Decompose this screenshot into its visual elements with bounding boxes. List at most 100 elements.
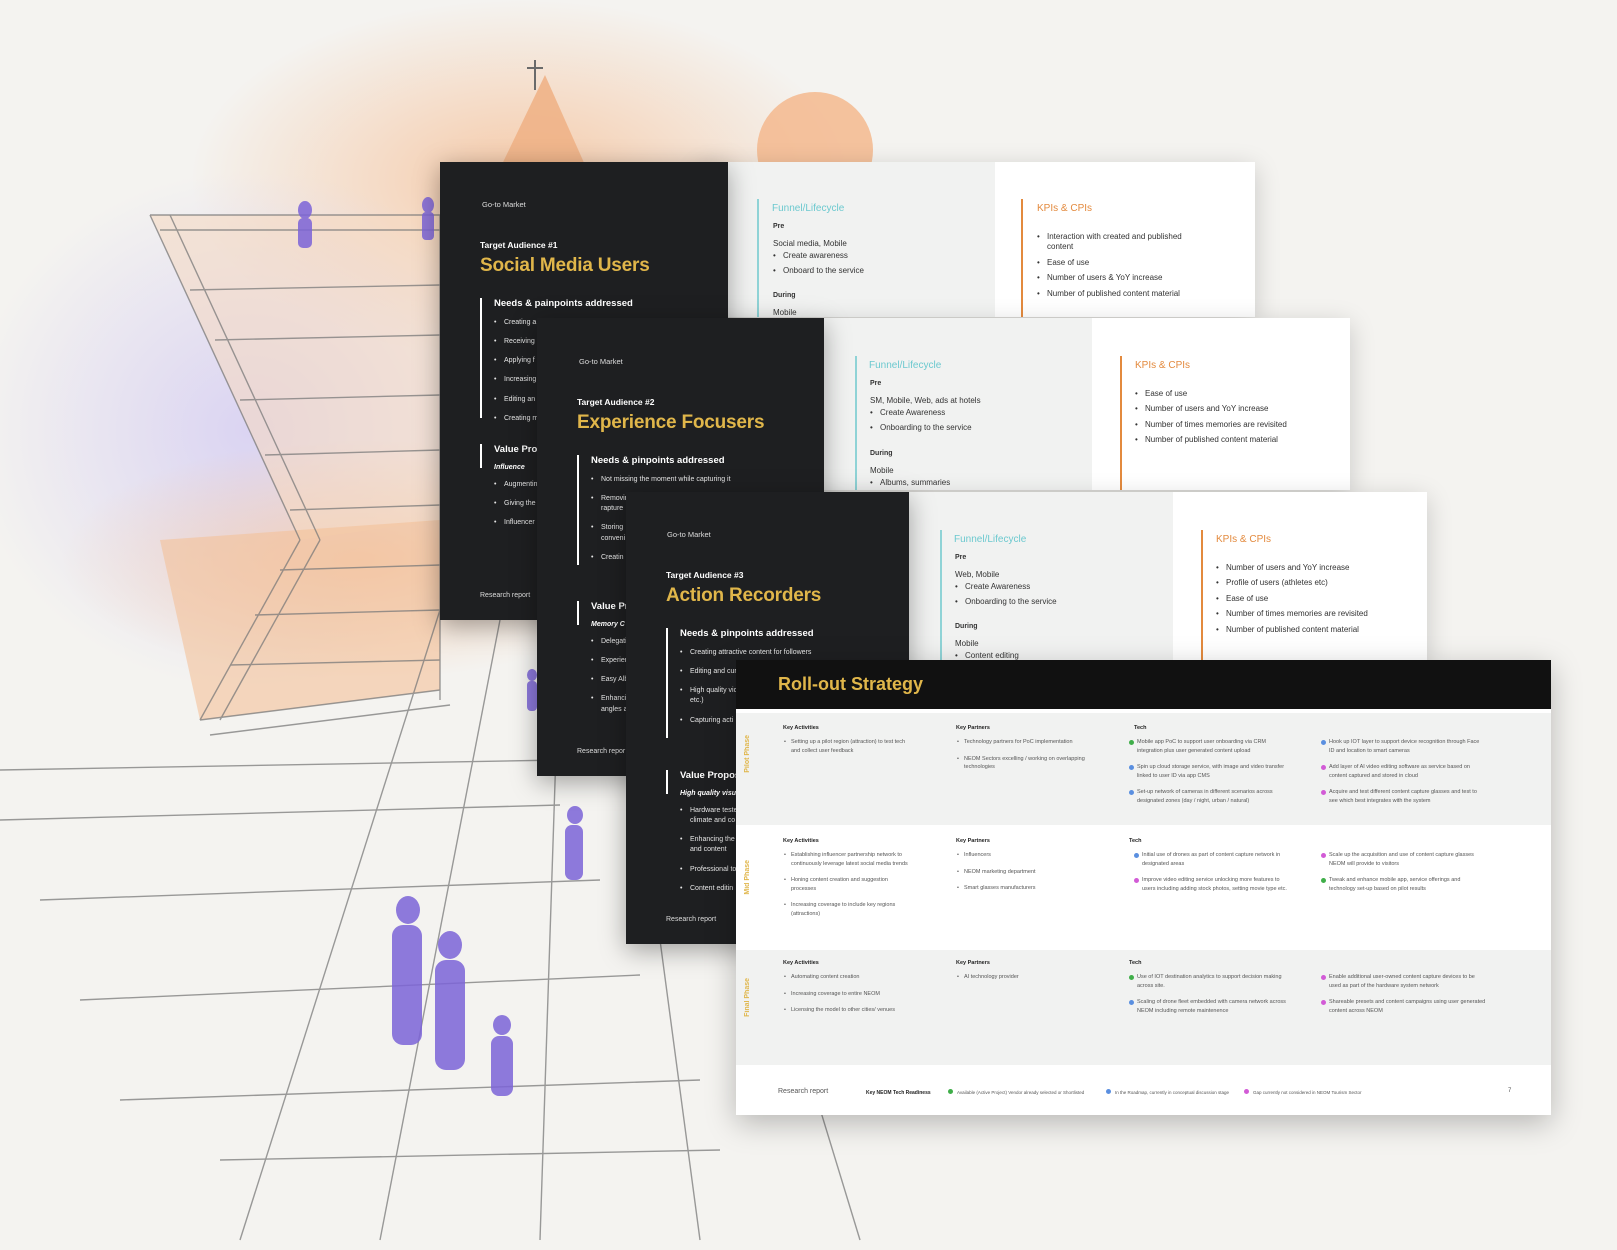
slide3-gtm-label: Go-to Market bbox=[667, 530, 711, 539]
slide1-funnel-panel bbox=[727, 162, 995, 317]
mid-partners-heading: Key Partners bbox=[956, 838, 990, 844]
status-dot bbox=[1106, 1089, 1111, 1094]
status-dot bbox=[1129, 739, 1134, 745]
list-item-text: Tweak and enhance mobile app, service of… bbox=[1329, 877, 1461, 892]
pilot-tech-list-a: Mobile app PoC to support user onboardin… bbox=[1129, 738, 1289, 813]
mid-activities-heading: Key Activities bbox=[783, 838, 819, 844]
list-item-text: Add layer of AI video editing software a… bbox=[1329, 764, 1470, 779]
list-item: Number of published content material bbox=[1216, 625, 1416, 636]
pilot-activities-heading: Key Activities bbox=[783, 725, 819, 731]
legend-text: In the Roadmap, currently in conceptual … bbox=[1115, 1090, 1230, 1095]
page-number: 7 bbox=[1508, 1088, 1512, 1094]
list-item: Ease of use bbox=[1135, 389, 1325, 400]
slide1-kpi-list: Interaction with created and published c… bbox=[1037, 227, 1207, 299]
slide2-needs-heading: Needs & pinpoints addressed bbox=[591, 455, 725, 466]
status-dot bbox=[1321, 789, 1326, 795]
list-item-text: Scale up the acquisition and use of cont… bbox=[1329, 852, 1474, 867]
final-activities-heading: Key Activities bbox=[783, 960, 819, 966]
list-item: Interaction with created and published c… bbox=[1037, 232, 1207, 253]
final-partners-heading: Key Partners bbox=[956, 960, 990, 966]
list-item-text: Hook up IOT layer to support device reco… bbox=[1329, 739, 1480, 754]
list-item: Ease of use bbox=[1216, 594, 1416, 605]
mid-phase-label: Mid Phase bbox=[744, 860, 751, 895]
legend-text: Gap currently not considered in NEOM Tou… bbox=[1253, 1090, 1362, 1095]
slide1-pre-label: Pre bbox=[773, 223, 785, 230]
slide1-footer: Research report bbox=[480, 592, 531, 599]
list-item: Create Awareness bbox=[870, 408, 972, 419]
slide2-title: Experience Focusers bbox=[577, 412, 765, 433]
legend-item: Available (Active Project) Vendor alread… bbox=[948, 1089, 1084, 1095]
slide2-kpi-list: Ease of use Number of users and YoY incr… bbox=[1135, 384, 1325, 446]
list-item: Number of users and YoY increase bbox=[1216, 563, 1416, 574]
slide2-target-audience-label: Target Audience #2 bbox=[577, 397, 655, 407]
slide2-gtm-label: Go-to Market bbox=[579, 357, 623, 366]
list-item: Increasing coverage to include key regio… bbox=[783, 901, 908, 918]
list-item: Creating attractive content for follower… bbox=[680, 648, 901, 658]
slide3-funnel-title: Funnel/Lifecycle bbox=[954, 534, 1027, 545]
list-item-text: Enable additional user-owned content cap… bbox=[1329, 974, 1475, 989]
slide1-title: Social Media Users bbox=[480, 255, 650, 276]
slide1-funnel-bar bbox=[757, 199, 759, 317]
slide3-pre-label: Pre bbox=[955, 554, 967, 561]
slide1-pre-list: Create awareness Onboard to the service bbox=[773, 246, 864, 277]
rollout-title: Roll-out Strategy bbox=[778, 674, 924, 694]
final-tech-list-a: Use of IOT destination analytics to supp… bbox=[1129, 973, 1289, 1023]
status-dot bbox=[1244, 1089, 1249, 1094]
status-dot bbox=[1134, 877, 1139, 883]
list-item: Number of times memories are revisited bbox=[1216, 609, 1416, 620]
slide3-pre-list: Create Awareness Onboarding to the servi… bbox=[955, 577, 1057, 608]
final-phase-label: Final Phase bbox=[744, 978, 751, 1017]
list-item: Onboarding to the service bbox=[870, 423, 972, 434]
list-item: Tweak and enhance mobile app, service of… bbox=[1321, 876, 1486, 893]
status-dot bbox=[1321, 877, 1326, 883]
pilot-phase-label: Pilot Phase bbox=[744, 735, 751, 773]
list-item: Establishing influencer partnership netw… bbox=[783, 851, 908, 868]
list-item: Initial use of drones as part of content… bbox=[1134, 851, 1289, 868]
list-item: Number of users and YoY increase bbox=[1135, 404, 1325, 415]
status-dot bbox=[1321, 852, 1326, 858]
list-item: Acquire and test different content captu… bbox=[1321, 788, 1486, 805]
list-item: Set-up network of cameras in different s… bbox=[1129, 788, 1289, 805]
list-item: Spin up cloud storage service, with imag… bbox=[1129, 763, 1289, 780]
list-item: Create Awareness bbox=[955, 582, 1057, 593]
slide2-pre-list: Create Awareness Onboarding to the servi… bbox=[870, 403, 972, 434]
rollout-slide: Roll-out Strategy Pilot Phase Key Activi… bbox=[736, 660, 1551, 1115]
slide1-funnel-title: Funnel/Lifecycle bbox=[772, 203, 845, 214]
slide3-kpi-bar bbox=[1201, 530, 1203, 662]
slide3-needs-heading: Needs & pinpoints addressed bbox=[680, 628, 814, 639]
pilot-partners-heading: Key Partners bbox=[956, 725, 990, 731]
pilot-activities-list: Setting up a pilot region (attraction) t… bbox=[783, 738, 908, 763]
legend-item: In the Roadmap, currently in conceptual … bbox=[1106, 1089, 1229, 1095]
status-dot bbox=[1129, 999, 1134, 1005]
list-item: Number of users & YoY increase bbox=[1037, 273, 1207, 284]
final-tech-heading: Tech bbox=[1129, 960, 1142, 966]
slide1-target-audience-label: Target Audience #1 bbox=[480, 240, 558, 250]
list-item: Scaling of drone fleet embedded with cam… bbox=[1129, 998, 1289, 1015]
status-dot bbox=[1129, 974, 1134, 980]
list-item: Number of published content material bbox=[1037, 289, 1207, 300]
mid-partners-list: Influencers NEOM marketing department Sm… bbox=[956, 851, 1086, 901]
list-item-text: Improve video editing service unlocking … bbox=[1142, 877, 1287, 892]
slide2-kpi-bar bbox=[1120, 356, 1122, 490]
list-item: Improve video editing service unlocking … bbox=[1134, 876, 1289, 893]
list-item: NEOM marketing department bbox=[956, 868, 1086, 877]
list-item-text: Shareable presets and content campaigns … bbox=[1329, 999, 1486, 1014]
list-item-text: Scaling of drone fleet embedded with cam… bbox=[1137, 999, 1286, 1014]
slide1-gtm-label: Go-to Market bbox=[482, 200, 526, 209]
status-dot bbox=[1134, 852, 1139, 858]
list-item: AI technology provider bbox=[956, 973, 1086, 982]
status-dot bbox=[1129, 789, 1134, 795]
slide1-during-label: During bbox=[773, 292, 796, 299]
list-item: Onboarding to the service bbox=[955, 597, 1057, 608]
slide2-during-label: During bbox=[870, 450, 893, 457]
list-item: Onboard to the service bbox=[773, 266, 864, 277]
list-item: Technology partners for PoC implementati… bbox=[956, 738, 1086, 747]
slide3-during-label: During bbox=[955, 623, 978, 630]
list-item-text: Initial use of drones as part of content… bbox=[1142, 852, 1281, 867]
list-item: Create awareness bbox=[773, 251, 864, 262]
list-item-text: Spin up cloud storage service, with imag… bbox=[1137, 764, 1285, 779]
list-item: Licensing the model to other cities/ ven… bbox=[783, 1006, 908, 1015]
pilot-tech-list-b: Hook up IOT layer to support device reco… bbox=[1321, 738, 1486, 813]
slide3-footer: Research report bbox=[666, 916, 717, 923]
status-dot bbox=[1321, 974, 1326, 980]
